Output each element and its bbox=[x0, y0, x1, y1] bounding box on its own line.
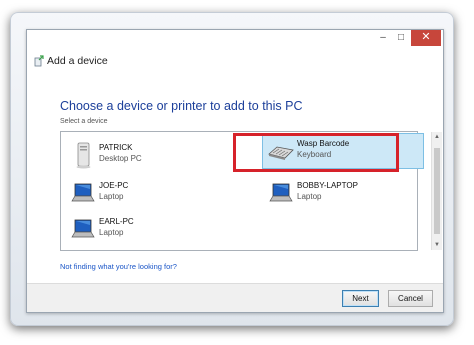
scroll-down-icon[interactable]: ▼ bbox=[433, 241, 441, 249]
laptop-icon bbox=[71, 219, 95, 238]
select-device-label: Select a device bbox=[60, 118, 108, 125]
device-item-patrick[interactable]: PATRICK Desktop PC bbox=[65, 138, 225, 172]
scrollbar-thumb[interactable] bbox=[434, 148, 440, 234]
device-type: Laptop bbox=[99, 192, 124, 201]
title-bar: – □ ✕ bbox=[27, 30, 443, 48]
device-item-joe-pc[interactable]: JOE-PC Laptop bbox=[65, 176, 225, 210]
dialog-title: Add a device bbox=[47, 55, 108, 67]
laptop-icon bbox=[269, 183, 293, 202]
desktop-pc-icon bbox=[76, 142, 91, 169]
device-name: BOBBY-LAPTOP bbox=[297, 181, 358, 190]
help-link[interactable]: Not finding what you're looking for? bbox=[60, 262, 177, 271]
page-heading: Choose a device or printer to add to thi… bbox=[60, 99, 303, 113]
selection-annotation-box bbox=[233, 133, 399, 172]
next-button[interactable]: Next bbox=[342, 290, 379, 307]
device-type: Laptop bbox=[297, 192, 322, 201]
cancel-button[interactable]: Cancel bbox=[388, 290, 433, 307]
device-item-earl-pc[interactable]: EARL-PC Laptop bbox=[65, 212, 225, 246]
device-name: JOE-PC bbox=[99, 181, 129, 190]
dialog-footer: Next Cancel bbox=[27, 283, 443, 312]
scroll-up-icon[interactable]: ▲ bbox=[433, 133, 441, 141]
close-button[interactable]: ✕ bbox=[411, 30, 441, 46]
device-type: Desktop PC bbox=[99, 154, 142, 163]
device-item-bobby-laptop[interactable]: BOBBY-LAPTOP Laptop bbox=[263, 176, 423, 210]
minimize-button[interactable]: – bbox=[375, 30, 391, 46]
list-scrollbar[interactable]: ▲ ▼ bbox=[431, 132, 442, 250]
maximize-button[interactable]: □ bbox=[393, 30, 409, 46]
add-device-icon bbox=[34, 55, 44, 67]
device-name: EARL-PC bbox=[99, 217, 134, 226]
laptop-icon bbox=[71, 183, 95, 202]
device-name: PATRICK bbox=[99, 143, 133, 152]
device-type: Laptop bbox=[99, 228, 124, 237]
